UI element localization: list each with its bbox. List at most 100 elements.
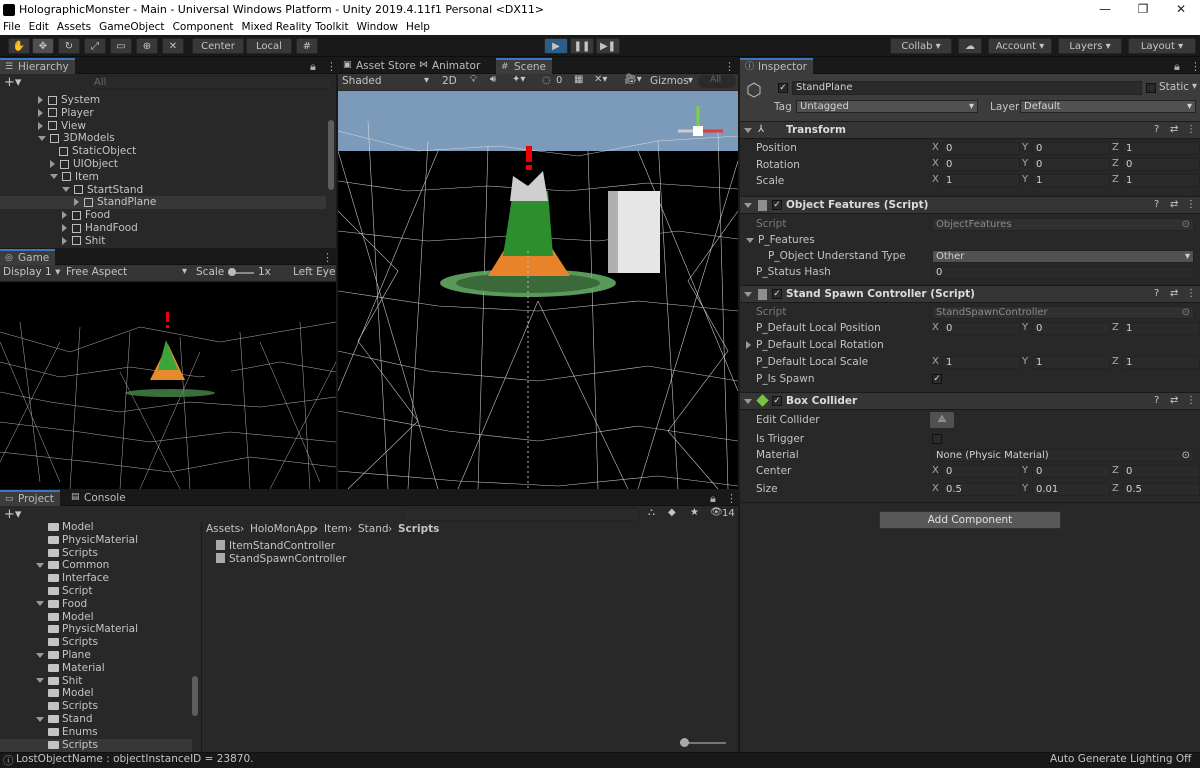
foldout-icon[interactable]	[36, 678, 44, 684]
shading-dropdown[interactable]: Shaded	[342, 75, 382, 87]
status-message[interactable]: LostObjectName : objectInstanceID = 2387…	[16, 753, 253, 765]
foldout-icon[interactable]	[62, 224, 67, 232]
camera-dropdown-icon[interactable]: 🎥︎▾	[624, 74, 642, 85]
scene-menu-icon[interactable]: ⋮	[724, 60, 735, 73]
foldout-icon[interactable]	[62, 236, 67, 245]
vector-y-field[interactable]: 0.01	[1032, 483, 1110, 496]
object-features-header[interactable]: ✓ Object Features (Script) ? ⇄ ⋮	[740, 196, 1200, 214]
presets-icon[interactable]: ⇄	[1170, 199, 1178, 210]
hierarchy-item[interactable]: UIObject	[50, 158, 118, 171]
object-picker-icon[interactable]: ⊙	[1182, 450, 1190, 461]
effects-dropdown-icon[interactable]: ✦▾	[512, 74, 525, 85]
filter-label-icon[interactable]: ◆	[668, 507, 676, 518]
vector-z-field[interactable]: 0.5	[1122, 483, 1200, 496]
vector-x-field[interactable]: 0	[942, 142, 1020, 155]
vector-y-field[interactable]: 0	[1032, 158, 1110, 171]
project-folder-item[interactable]: Stand	[36, 713, 93, 726]
features-foldout[interactable]: P_Features	[746, 233, 815, 247]
scene-view[interactable]	[338, 91, 738, 489]
tag-dropdown[interactable]: Untagged ▾	[796, 100, 978, 113]
project-folder-item[interactable]: Interface	[48, 572, 109, 585]
hierarchy-item[interactable]: Food	[62, 209, 110, 222]
project-search-input[interactable]	[402, 508, 640, 521]
help-icon[interactable]: ?	[1154, 124, 1159, 135]
vector-y-field[interactable]: 0	[1032, 465, 1110, 478]
transform-header[interactable]: ⅄ Transform ? ⇄ ⋮	[740, 121, 1200, 139]
hierarchy-search-input[interactable]: All	[90, 76, 334, 89]
vector-z-field[interactable]: 0	[1122, 465, 1200, 478]
box-collider-header[interactable]: ✓ Box Collider ? ⇄ ⋮	[740, 392, 1200, 410]
tab-game[interactable]: ◎ Game	[0, 249, 56, 265]
pivot-center-button[interactable]: Center	[192, 38, 244, 54]
foldout-icon[interactable]	[50, 160, 55, 168]
gameobject-cube-icon[interactable]: ⬡	[746, 80, 762, 101]
component-menu-icon[interactable]: ⋮	[1186, 395, 1196, 406]
eye-dropdown[interactable]: Left Eye	[293, 266, 335, 278]
breadcrumb-stand[interactable]: Stand	[358, 523, 389, 535]
hierarchy-menu-icon[interactable]: ⋮	[326, 60, 336, 73]
tab-scene[interactable]: # Scene	[496, 58, 553, 74]
hierarchy-scrollbar[interactable]	[328, 120, 334, 190]
lighting-toggle-icon[interactable]: 💡︎	[470, 74, 477, 85]
foldout-icon[interactable]	[36, 652, 44, 658]
object-picker-icon[interactable]: ⊙	[1182, 219, 1190, 230]
move-tool-icon[interactable]: ✥	[32, 38, 54, 54]
vector-y-field[interactable]: 0	[1032, 142, 1110, 155]
vector-x-field[interactable]: 1	[942, 356, 1020, 369]
object-picker-icon[interactable]: ⊙	[1182, 307, 1190, 318]
hierarchy-item[interactable]: 3DModels	[38, 132, 115, 145]
cloud-icon[interactable]: ☁	[958, 38, 982, 54]
project-folder-item[interactable]: Model	[48, 687, 94, 700]
project-folder-item[interactable]: PhysicMaterial	[48, 534, 138, 547]
box-collider-enabled-checkbox[interactable]: ✓	[772, 396, 782, 406]
static-checkbox[interactable]	[1146, 83, 1156, 93]
layers-dropdown[interactable]: Layers ▾	[1058, 38, 1122, 54]
menu-help[interactable]: Help	[406, 21, 430, 33]
scale-tool-icon[interactable]: ⤢	[84, 38, 106, 54]
grid-toggle-icon[interactable]: ▦	[574, 74, 583, 85]
is-spawn-checkbox[interactable]: ✓	[932, 374, 942, 384]
favorite-icon[interactable]: ★	[690, 507, 699, 518]
menu-file[interactable]: File	[3, 21, 21, 33]
project-folder-item[interactable]: Enums	[48, 726, 98, 739]
play-button[interactable]: ▶	[544, 38, 568, 54]
foldout-icon[interactable]	[62, 187, 70, 193]
collab-button[interactable]: Collab ▾	[890, 38, 952, 54]
foldout-icon[interactable]	[744, 396, 756, 407]
vector-y-field[interactable]: 0	[1032, 322, 1110, 335]
tab-inspector[interactable]: ⓘ Inspector	[740, 58, 813, 74]
project-lock-icon[interactable]: 🔒︎	[710, 492, 716, 506]
custom-tool-icon[interactable]: ✕	[162, 38, 184, 54]
project-create-button[interactable]: +▾	[4, 507, 21, 522]
breadcrumb-item[interactable]: Item	[324, 523, 348, 535]
game-menu-icon[interactable]: ⋮	[322, 251, 333, 264]
breadcrumb-assets[interactable]: Assets	[206, 523, 240, 535]
foldout-icon[interactable]	[36, 562, 44, 568]
project-folder-item[interactable]: Shit	[36, 675, 82, 688]
menu-mrtk[interactable]: Mixed Reality Toolkit	[242, 21, 349, 33]
foldout-icon[interactable]	[38, 121, 43, 130]
foldout-icon[interactable]	[36, 716, 44, 722]
game-view[interactable]	[0, 282, 336, 489]
foldout-icon[interactable]	[62, 211, 67, 220]
tab-asset-store[interactable]: ▣ Asset Store	[338, 58, 422, 74]
lock-icon[interactable]: 🔒︎	[310, 60, 316, 74]
foldout-icon[interactable]	[38, 96, 43, 104]
menu-assets[interactable]: Assets	[57, 21, 91, 33]
menu-gameobject[interactable]: GameObject	[99, 21, 164, 33]
presets-icon[interactable]: ⇄	[1170, 288, 1178, 299]
transform-tool-icon[interactable]: ⊕	[136, 38, 158, 54]
vector-x-field[interactable]: 0	[942, 465, 1020, 478]
maximize-button[interactable]: ❐	[1124, 0, 1162, 19]
breadcrumb-holomonapp[interactable]: HoloMonApp	[250, 523, 316, 535]
vector-z-field[interactable]: 0	[1122, 158, 1200, 171]
vector-y-field[interactable]: 1	[1032, 356, 1110, 369]
hierarchy-item[interactable]: StaticObject	[50, 145, 136, 158]
status-hash-field[interactable]: 0	[932, 266, 1194, 279]
foldout-icon[interactable]	[38, 108, 43, 117]
active-checkbox[interactable]: ✓	[778, 83, 788, 93]
project-folder-item[interactable]: Plane	[36, 649, 91, 662]
layer-dropdown[interactable]: Default ▾	[1020, 100, 1196, 113]
gizmos-dropdown[interactable]: Gizmos	[650, 75, 689, 87]
help-icon[interactable]: ?	[1154, 199, 1159, 210]
